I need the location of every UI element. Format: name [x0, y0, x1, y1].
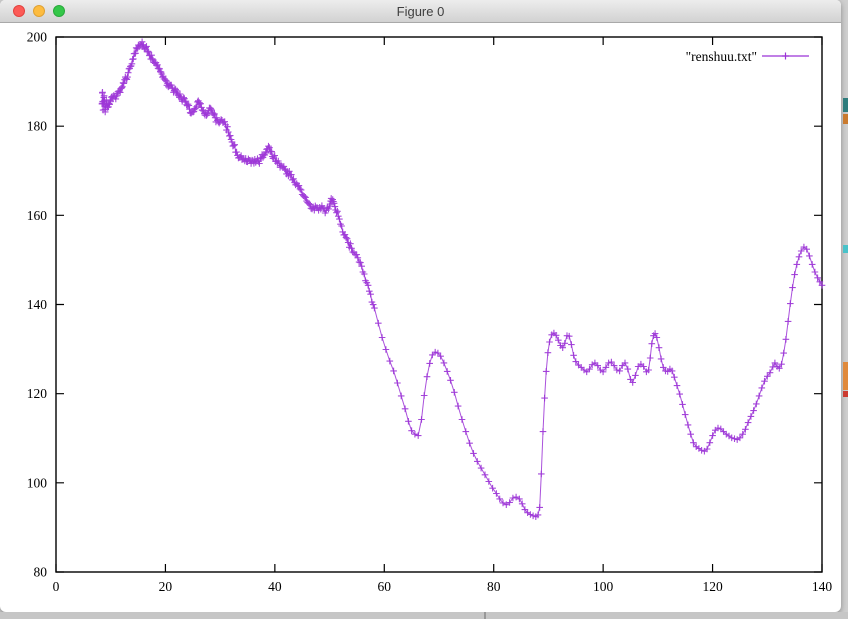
window-titlebar[interactable]: Figure 0 [0, 0, 841, 23]
gnuplot-figure-window: Figure 0 0 20 40 60 80 100 120 140 80 100 120 140 16… [0, 0, 841, 612]
y-tick-label: 160 [27, 208, 48, 223]
y-tick-label: 200 [27, 30, 48, 45]
y-tick-label: 180 [27, 119, 48, 134]
background-window-sliver [843, 98, 848, 112]
background-window-sliver [843, 114, 848, 124]
legend-label: "renshuu.txt" [686, 49, 757, 64]
y-tick-label: 140 [27, 297, 48, 312]
y-tick-label: 100 [27, 475, 48, 490]
y-tick-label: 120 [27, 386, 48, 401]
plot-frame [56, 37, 822, 572]
x-tick-label: 20 [159, 579, 173, 594]
plot-canvas: 0 20 40 60 80 100 120 140 80 100 120 140 160 180 200 "r… [0, 22, 841, 612]
x-tick-label: 140 [812, 579, 833, 594]
background-window-divider [484, 612, 486, 619]
window-title: Figure 0 [0, 4, 841, 19]
legend-marker-sample [782, 53, 789, 60]
x-tick-label: 120 [702, 579, 723, 594]
background-window-sliver [843, 245, 848, 253]
plot-canvas-area: 0 20 40 60 80 100 120 140 80 100 120 140 160 180 200 "r… [0, 22, 841, 612]
data-point-markers [99, 39, 826, 521]
y-tick-label: 80 [34, 565, 48, 580]
x-tick-label: 100 [593, 579, 614, 594]
x-tick-label: 0 [53, 579, 60, 594]
desktop-background: Figure 0 0 20 40 60 80 100 120 140 80 100 120 140 16… [0, 0, 848, 619]
background-window-sliver [843, 391, 848, 397]
x-tick-label: 60 [378, 579, 392, 594]
x-tick-label: 80 [487, 579, 501, 594]
x-tick-label: 40 [268, 579, 282, 594]
background-window-edge-bottom [0, 612, 848, 619]
background-window-sliver [843, 362, 848, 390]
